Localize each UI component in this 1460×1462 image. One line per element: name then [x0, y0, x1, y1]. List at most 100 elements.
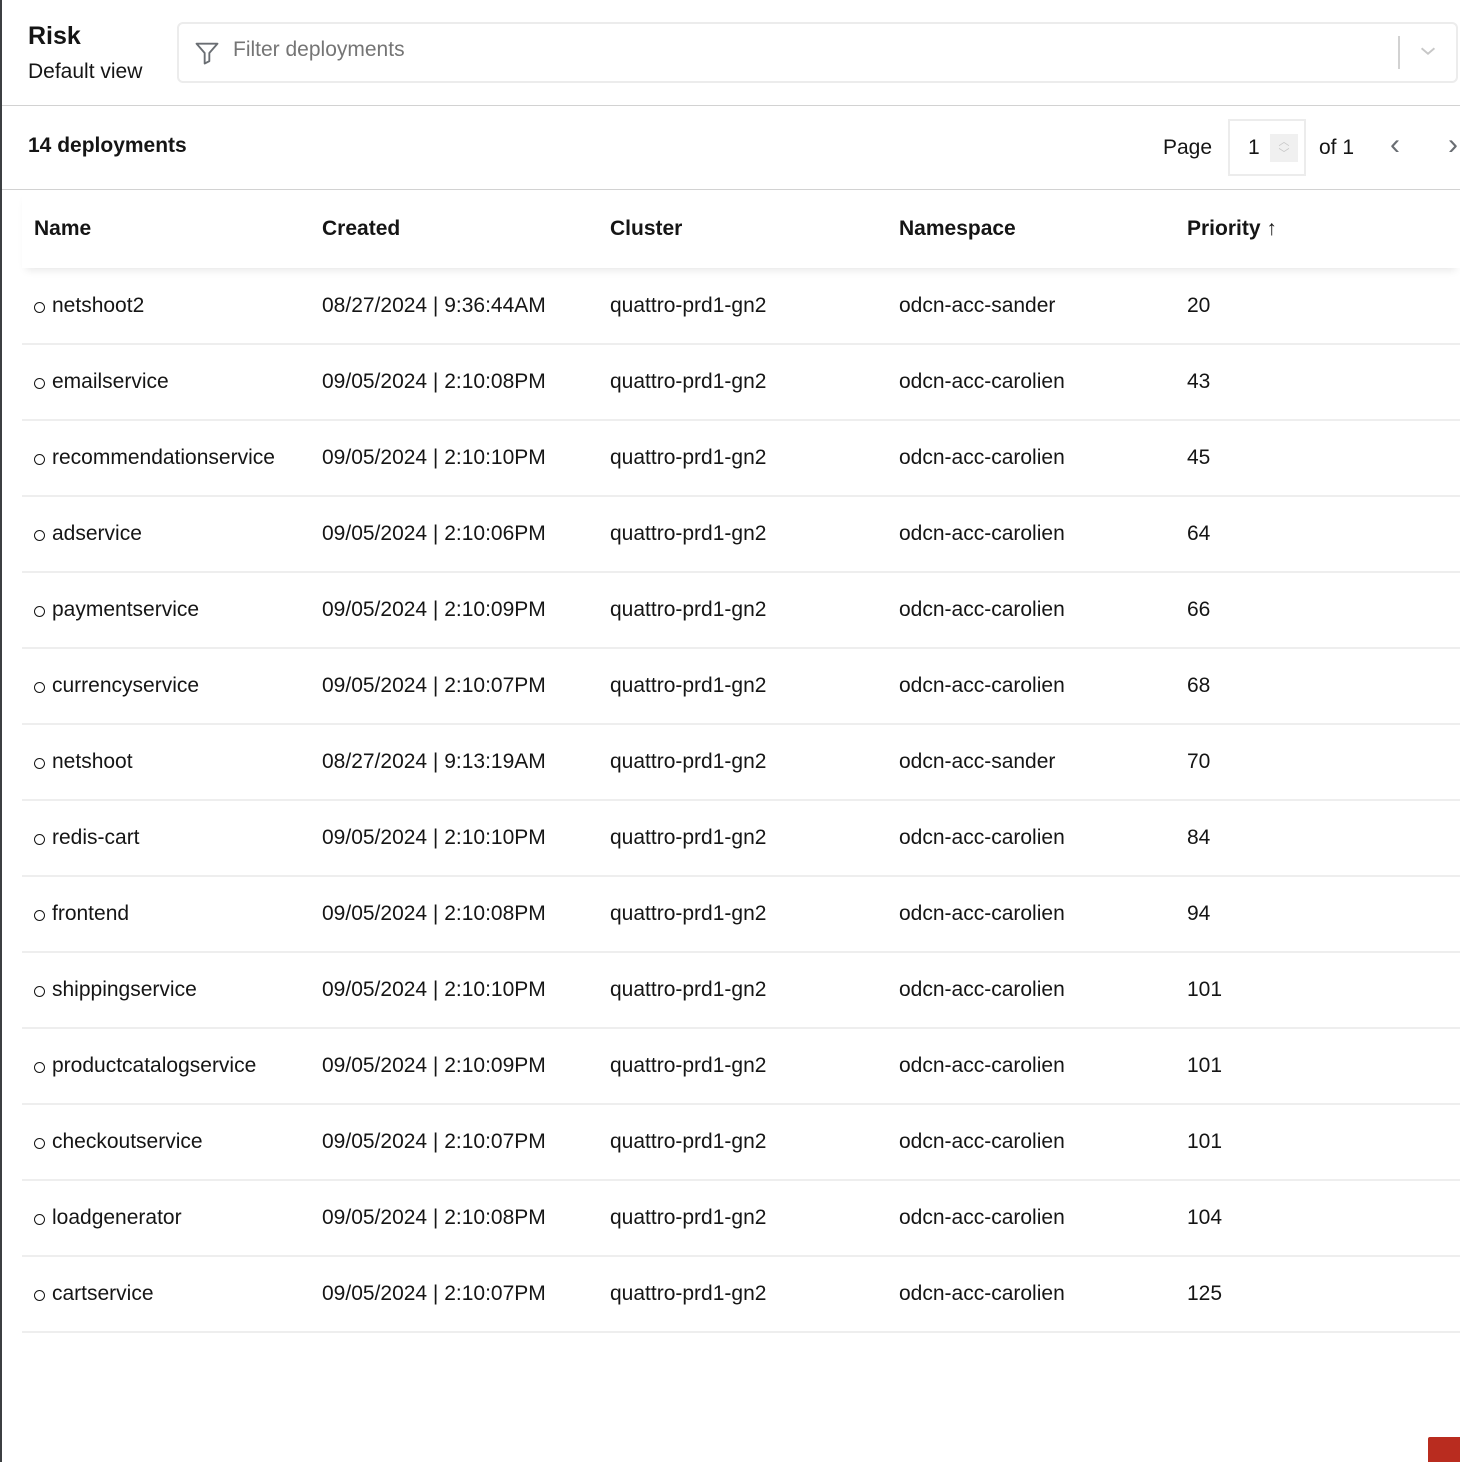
deployment-name-link[interactable]: redis-cart: [52, 826, 140, 849]
cell-namespace: odcn-acc-carolien: [887, 344, 1175, 421]
status-circle-icon: [34, 1138, 45, 1149]
divider: [1398, 36, 1400, 69]
table-row[interactable]: recommendationservice 09/05/2024 | 2:10:1…: [22, 420, 1460, 497]
cell-namespace: odcn-acc-carolien: [887, 800, 1175, 877]
cell-text: 66: [1187, 598, 1211, 621]
deployment-name-link[interactable]: netshoot2: [52, 294, 144, 317]
page-input[interactable]: 1 ︿ ﹀: [1228, 119, 1306, 176]
cell-name: redis-cart: [22, 800, 310, 877]
table-row[interactable]: currencyservice 09/05/2024 | 2:10:07PM qua…: [22, 648, 1460, 725]
cell-text: quattro-prd1-gn2: [610, 598, 767, 621]
deployment-name-link[interactable]: checkoutservice: [52, 1130, 203, 1153]
table-row[interactable]: paymentservice 09/05/2024 | 2:10:09PM quat…: [22, 572, 1460, 649]
cell-text: quattro-prd1-gn2: [610, 293, 767, 317]
table-row[interactable]: redis-cart 09/05/2024 | 2:10:10PM quattro-…: [22, 800, 1460, 877]
cell-text: odcn-acc-carolien: [899, 370, 1065, 393]
cell-text: 09/05/2024 | 2:10:10PM: [322, 446, 546, 469]
column-header-name[interactable]: Name: [22, 190, 310, 268]
cell-text: 45: [1187, 446, 1211, 469]
cell-priority: 70: [1175, 724, 1460, 801]
column-header-cluster[interactable]: Cluster: [598, 190, 887, 268]
deployment-name-link[interactable]: shippingservice: [52, 978, 197, 1001]
deployment-name-link[interactable]: loadgenerator: [52, 1206, 182, 1229]
feedback-button[interactable]: [1428, 1437, 1460, 1462]
filter-input[interactable]: [233, 38, 1333, 62]
deployment-name-link[interactable]: emailservice: [52, 370, 169, 393]
column-header-priority[interactable]: Priority ↑: [1175, 190, 1460, 268]
cell-text: 101: [1187, 1130, 1223, 1153]
cell-created: 09/05/2024 | 2:10:09PM: [310, 572, 598, 649]
table-row[interactable]: netshoot 08/27/2024 | 9:13:19AM quattro-pr…: [22, 724, 1460, 801]
cell-namespace: odcn-acc-sander: [887, 268, 1175, 345]
deployment-name-link[interactable]: productcatalogservice: [52, 1054, 256, 1077]
cell-priority: 101: [1175, 1104, 1460, 1181]
chevron-down-icon[interactable]: [1417, 40, 1439, 62]
table-row[interactable]: shippingservice 09/05/2024 | 2:10:10PM qua…: [22, 952, 1460, 1029]
cell-created: 09/05/2024 | 2:10:10PM: [310, 800, 598, 877]
view-selector[interactable]: Default view: [28, 60, 142, 84]
table-row[interactable]: cartservice 09/05/2024 | 2:10:07PM quattro…: [22, 1256, 1460, 1333]
table-row[interactable]: productcatalogservice 09/05/2024 | 2:10:0…: [22, 1028, 1460, 1105]
cell-priority: 101: [1175, 952, 1460, 1029]
cell-created: 09/05/2024 | 2:10:07PM: [310, 1256, 598, 1333]
deployment-count: 14 deployments: [28, 134, 187, 157]
table-row[interactable]: checkoutservice 09/05/2024 | 2:10:07PM qua…: [22, 1104, 1460, 1181]
cell-namespace: odcn-acc-sander: [887, 724, 1175, 801]
cell-cluster: quattro-prd1-gn2: [598, 572, 887, 649]
cell-namespace: odcn-acc-carolien: [887, 420, 1175, 497]
cell-text: 20: [1187, 293, 1211, 317]
deployment-name-link[interactable]: paymentservice: [52, 598, 199, 621]
filter-icon: [195, 42, 219, 65]
page-header: Risk Default view: [2, 0, 1460, 106]
table-row[interactable]: netshoot2 08/27/2024 | 9:36:44AM quattro-p…: [22, 268, 1460, 345]
cell-text: 94: [1187, 902, 1211, 925]
cell-text: odcn-acc-carolien: [899, 446, 1065, 469]
table-row[interactable]: adservice 09/05/2024 | 2:10:06PM quattro-p…: [22, 496, 1460, 573]
status-circle-icon: [34, 682, 45, 693]
cell-text: odcn-acc-carolien: [899, 826, 1065, 849]
status-circle-icon: [34, 986, 45, 997]
cell-text: 09/05/2024 | 2:10:09PM: [322, 598, 546, 621]
cell-text: 101: [1187, 1054, 1223, 1077]
cell-text: odcn-acc-sander: [899, 293, 1056, 317]
cell-name: productcatalogservice: [22, 1028, 310, 1105]
cell-text: 09/05/2024 | 2:10:10PM: [322, 826, 546, 849]
deployment-name-link[interactable]: netshoot: [52, 750, 133, 773]
cell-cluster: quattro-prd1-gn2: [598, 496, 887, 573]
deployment-name-link[interactable]: cartservice: [52, 1282, 154, 1305]
next-page-button[interactable]: ›: [1448, 128, 1458, 162]
cell-namespace: odcn-acc-carolien: [887, 876, 1175, 953]
cell-text: odcn-acc-sander: [899, 750, 1056, 773]
column-header-namespace[interactable]: Namespace: [887, 190, 1175, 268]
cell-priority: 104: [1175, 1180, 1460, 1257]
cell-cluster: quattro-prd1-gn2: [598, 1104, 887, 1181]
previous-page-button[interactable]: ‹: [1390, 128, 1400, 162]
deployments-table: Name Created Cluster Namespace Priority ↑ ne…: [22, 190, 1460, 1333]
page-label: Page: [1163, 136, 1213, 159]
cell-text: quattro-prd1-gn2: [610, 902, 767, 925]
cell-text: 08/27/2024 | 9:13:19AM: [322, 750, 546, 773]
page-stepper-icon[interactable]: ︿ ﹀: [1270, 134, 1298, 162]
deployment-name-link[interactable]: adservice: [52, 522, 142, 545]
deployment-name-link[interactable]: frontend: [52, 902, 129, 925]
table-row[interactable]: emailservice 09/05/2024 | 2:10:08PM quattr…: [22, 344, 1460, 421]
cell-text: 70: [1187, 750, 1211, 773]
table-row[interactable]: frontend 09/05/2024 | 2:10:08PM quattro-pr…: [22, 876, 1460, 953]
cell-text: 09/05/2024 | 2:10:10PM: [322, 978, 546, 1001]
cell-cluster: quattro-prd1-gn2: [598, 800, 887, 877]
deployment-name-link[interactable]: currencyservice: [52, 674, 199, 697]
status-circle-icon: [34, 1290, 45, 1301]
column-header-created[interactable]: Created: [310, 190, 598, 268]
cell-cluster: quattro-prd1-gn2: [598, 268, 887, 345]
status-circle-icon: [34, 301, 45, 313]
cell-name: emailservice: [22, 344, 310, 421]
status-circle-icon: [34, 606, 45, 617]
deployment-name-link[interactable]: recommendationservice: [52, 446, 275, 469]
cell-priority: 66: [1175, 572, 1460, 649]
cell-text: 104: [1187, 1206, 1223, 1229]
cell-priority: 84: [1175, 800, 1460, 877]
cell-text: 09/05/2024 | 2:10:07PM: [322, 1282, 546, 1305]
table-row[interactable]: loadgenerator 09/05/2024 | 2:10:08PM quatt…: [22, 1180, 1460, 1257]
filter-bar[interactable]: [177, 22, 1458, 83]
cell-name: netshoot: [22, 724, 310, 801]
